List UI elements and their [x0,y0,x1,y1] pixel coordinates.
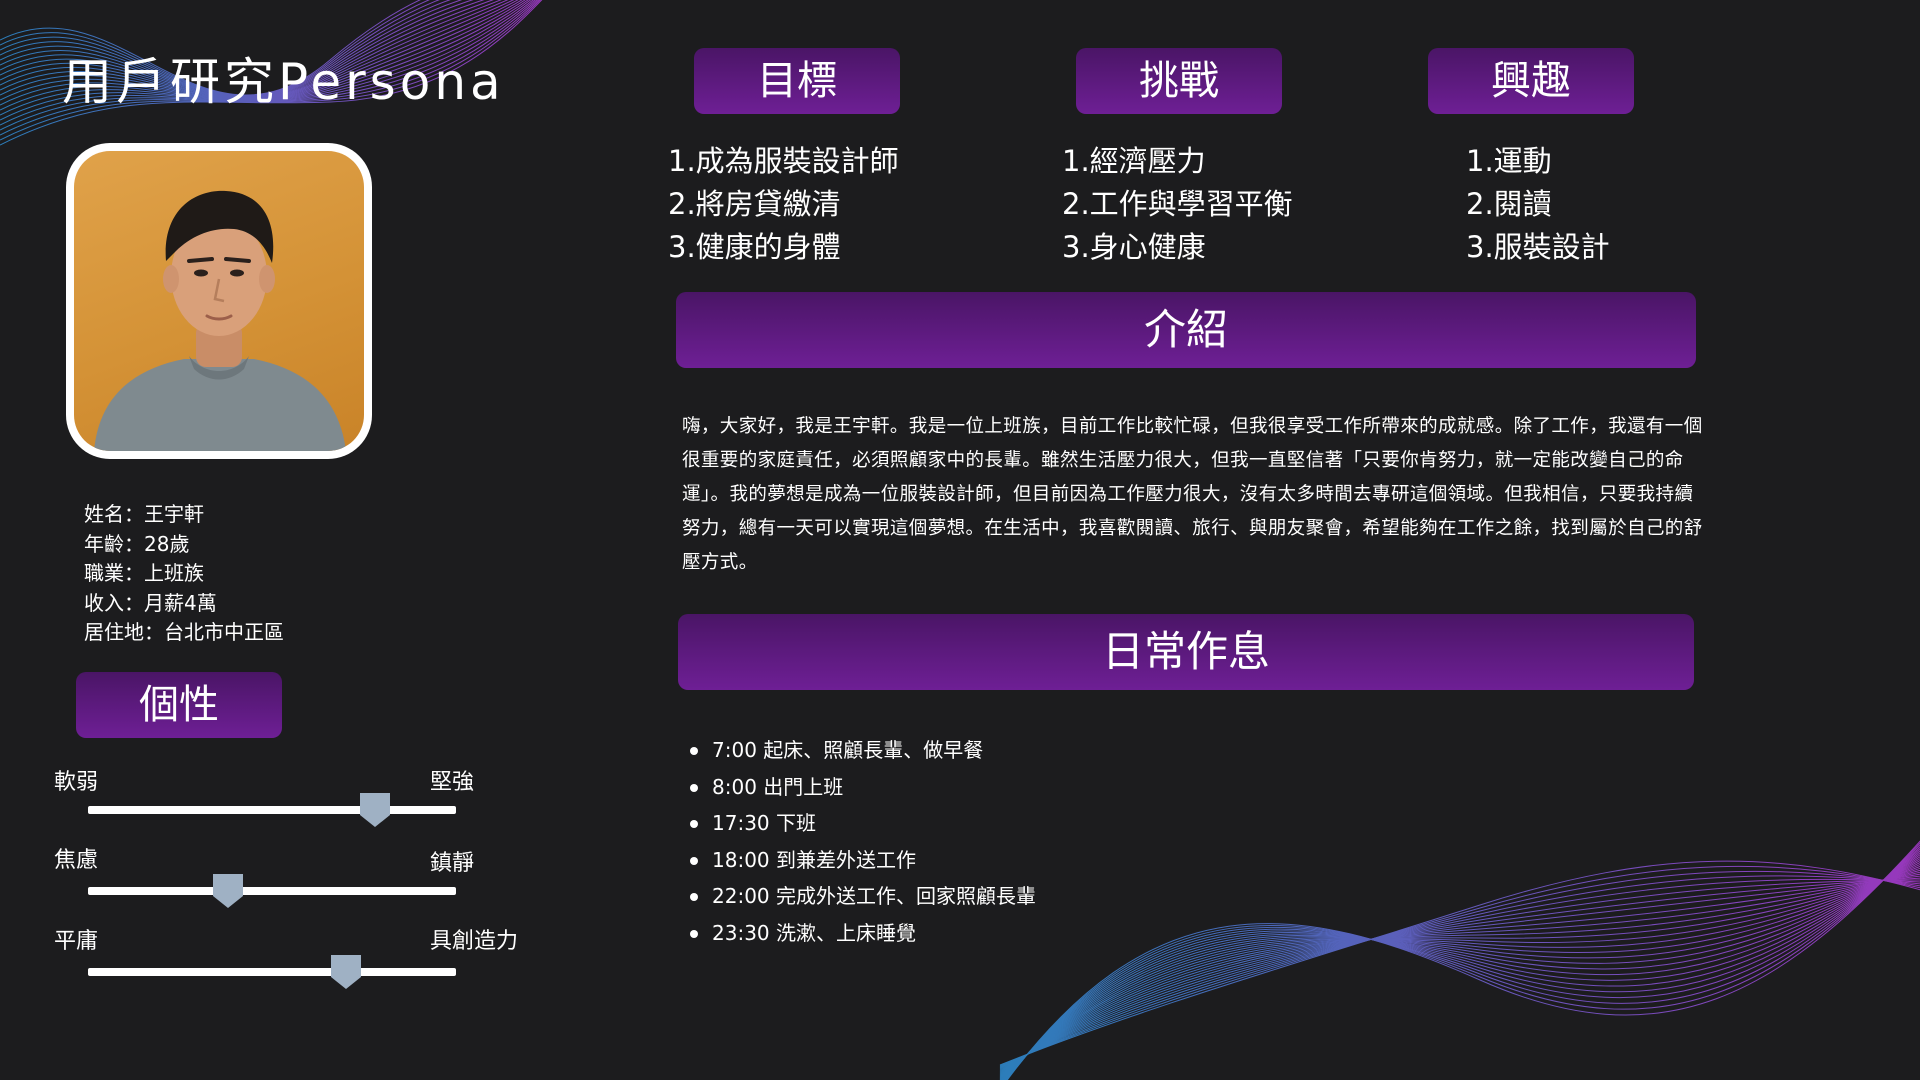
slider-1-track [88,806,456,814]
profile-info: 姓名：王宇軒 年齡：28歲 職業：上班族 收入：月薪4萬 居住地：台北市中正區 [84,500,284,648]
goals-heading: 目標 [694,48,900,114]
slider-3-right-label: 具創造力 [430,929,519,954]
slider-3-track [88,968,456,976]
introduction-text: 嗨，大家好，我是王宇軒。我是一位上班族，目前工作比較忙碌，但我很享受工作所帶來的… [682,416,1703,573]
persona-photo-frame [66,143,372,459]
slider-1-handle[interactable] [360,793,391,827]
wave-bottom-right [999,840,1920,1080]
list-item: 23:30 洗漱、上床睡覺 [686,915,1036,952]
list-item: 2.將房貸繳清 [668,187,841,221]
challenges-list: 1.經濟壓力 2.工作與學習平衡 3.身心健康 [1062,140,1293,269]
personality-heading: 個性 [76,672,282,738]
person-illustration [94,190,346,451]
slider-2-right-label: 鎮靜 [430,851,475,876]
slider-2-handle[interactable] [212,874,243,908]
profile-job: 職業：上班族 [84,561,204,585]
goals-list: 1.成為服裝設計師 2.將房貸繳清 3.健康的身體 [668,140,899,269]
list-item: 2.工作與學習平衡 [1062,187,1293,221]
profile-income: 收入：月薪4萬 [84,590,217,615]
slider-3-left-label: 平庸 [54,929,99,954]
challenges-heading: 挑戰 [1076,48,1282,114]
interests-list: 1.運動 2.閱讀 3.服裝設計 [1466,140,1610,269]
list-item: 2.閱讀 [1466,187,1552,221]
slider-2-left-label: 焦慮 [54,848,99,873]
list-item: 3.健康的身體 [668,230,841,264]
list-item: 8:00 出門上班 [686,769,1036,806]
introduction-heading: 介紹 [676,292,1696,368]
list-item: 18:00 到兼差外送工作 [686,842,1036,879]
routine-heading: 日常作息 [678,614,1694,690]
persona-photo [74,151,364,451]
list-item: 17:30 下班 [686,805,1036,842]
list-item: 1.經濟壓力 [1062,144,1206,178]
list-item: 1.運動 [1466,144,1552,178]
profile-age: 年齡：28歲 [84,531,190,556]
profile-residence: 居住地：台北市中正區 [84,620,284,644]
list-item: 7:00 起床、照顧長輩、做早餐 [686,732,1036,769]
routine-list: 7:00 起床、照顧長輩、做早餐 8:00 出門上班 17:30 下班 18:0… [686,732,1036,951]
list-item: 3.身心健康 [1062,230,1206,264]
list-item: 1.成為服裝設計師 [668,144,899,178]
interests-heading: 興趣 [1428,48,1634,114]
slider-2-track [88,887,456,895]
slider-1-left-label: 軟弱 [54,770,99,795]
page-title: 用戶研究Persona [62,53,505,111]
slider-1-right-label: 堅強 [430,770,475,795]
slider-3-handle[interactable] [330,955,361,989]
list-item: 22:00 完成外送工作、回家照顧長輩 [686,878,1036,915]
list-item: 3.服裝設計 [1466,230,1610,264]
profile-name: 姓名：王宇軒 [84,502,204,526]
